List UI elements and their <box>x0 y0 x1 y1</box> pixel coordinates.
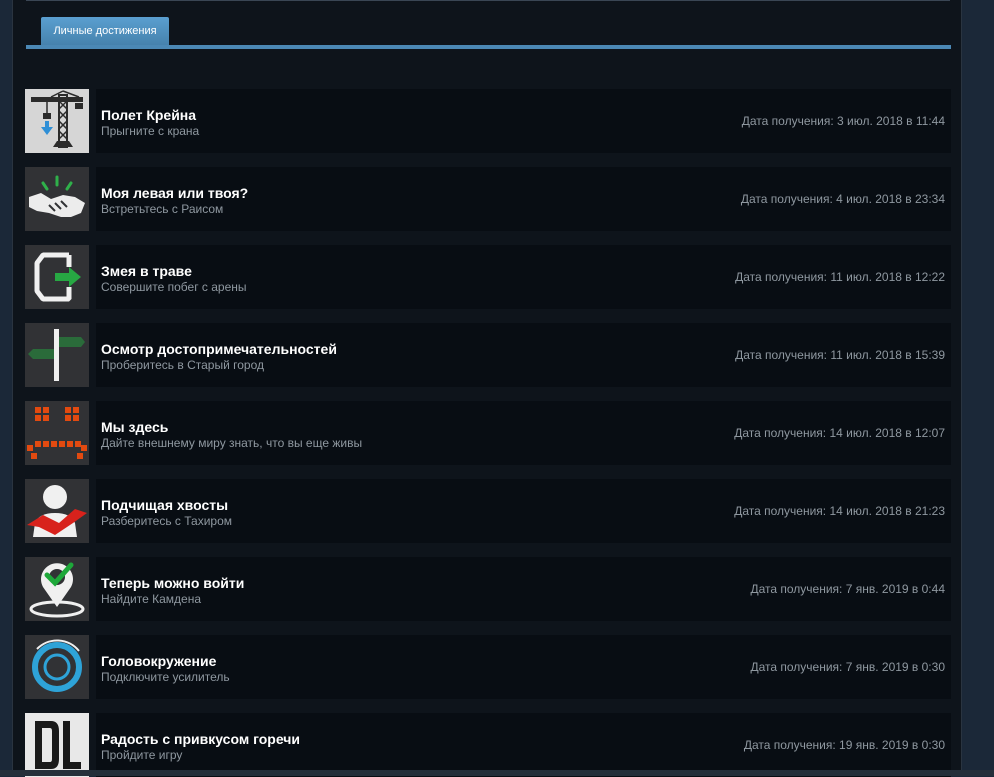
achievement-card: Моя левая или твоя? Встретьтесь с Раисом… <box>96 167 951 231</box>
achievement-card: Полет Крейна Прыгните с крана Дата получ… <box>96 89 951 153</box>
achievement-row[interactable]: Змея в траве Совершите побег с арены Дат… <box>25 245 951 309</box>
achievement-title: Мы здесь <box>101 419 169 435</box>
handshake-icon <box>25 167 89 231</box>
achievement-card: Подчищая хвосты Разберитесь с Тахиром Да… <box>96 479 951 543</box>
achievement-title: Полет Крейна <box>101 107 197 123</box>
achievement-description: Пройдите игру <box>101 748 183 762</box>
achievement-unlock-date: Дата получения: 11 июл. 2018 в 12:22 <box>735 270 945 284</box>
achievement-unlock-date: Дата получения: 14 июл. 2018 в 12:07 <box>734 426 945 440</box>
achievement-row[interactable]: Подчищая хвосты Разберитесь с Тахиром Да… <box>25 479 951 543</box>
top-divider <box>26 0 950 1</box>
achievement-card: Осмотр достопримечательностей Проберитес… <box>96 323 951 387</box>
achievement-title: Подчищая хвосты <box>101 497 229 513</box>
achievement-description: Совершите побег с арены <box>101 280 247 294</box>
dl-logo-icon <box>25 713 89 777</box>
achievement-description: Встретьтесь с Раисом <box>101 202 224 216</box>
achievement-row[interactable]: Теперь можно войти Найдите Камдена Дата … <box>25 557 951 621</box>
achievement-card: Змея в траве Совершите побег с арены Дат… <box>96 245 951 309</box>
achievement-title: Змея в траве <box>101 263 192 279</box>
achievement-title: Моя левая или твоя? <box>101 185 249 201</box>
achievement-unlock-date: Дата получения: 14 июл. 2018 в 21:23 <box>734 504 945 518</box>
achievement-description: Найдите Камдена <box>101 592 202 606</box>
achievement-description: Подключите усилитель <box>101 670 230 684</box>
achievement-row[interactable]: Мы здесь Дайте внешнему миру знать, что … <box>25 401 951 465</box>
achievement-description: Прыгните с крана <box>101 124 200 138</box>
achievement-unlock-date: Дата получения: 11 июл. 2018 в 15:39 <box>735 348 945 362</box>
signpost-icon <box>25 323 89 387</box>
crane-icon <box>25 89 89 153</box>
location-check-icon <box>25 557 89 621</box>
achievement-unlock-date: Дата получения: 7 янв. 2019 в 0:30 <box>750 660 945 674</box>
achievement-row[interactable]: Моя левая или твоя? Встретьтесь с Раисом… <box>25 167 951 231</box>
achievement-title: Головокружение <box>101 653 217 669</box>
person-icon <box>25 479 89 543</box>
achievement-unlock-date: Дата получения: 7 янв. 2019 в 0:44 <box>750 582 945 596</box>
tab-underline <box>26 45 951 49</box>
achievement-unlock-date: Дата получения: 3 июл. 2018 в 11:44 <box>741 114 945 128</box>
achievement-unlock-date: Дата получения: 19 янв. 2019 в 0:30 <box>743 738 945 752</box>
achievement-card: Мы здесь Дайте внешнему миру знать, что … <box>96 401 951 465</box>
achievement-row[interactable]: Осмотр достопримечательностей Проберитес… <box>25 323 951 387</box>
achievement-title: Осмотр достопримечательностей <box>101 341 337 357</box>
achievement-description: Проберитесь в Старый город <box>101 358 265 372</box>
achievement-description: Дайте внешнему миру знать, что вы еще жи… <box>101 436 363 450</box>
ring-icon <box>25 635 89 699</box>
right-gutter <box>962 0 994 776</box>
achievement-card: Радость с привкусом горечи Пройдите игру… <box>96 713 951 777</box>
bottom-bar <box>0 770 994 776</box>
achievement-card: Головокружение Подключите усилитель Дата… <box>96 635 951 699</box>
achievement-row[interactable]: Полет Крейна Прыгните с крана Дата получ… <box>25 89 951 153</box>
achievement-title: Теперь можно войти <box>101 575 245 591</box>
achievement-row[interactable]: Радость с привкусом горечи Пройдите игру… <box>25 713 951 777</box>
exit-icon <box>25 245 89 309</box>
achievement-card: Теперь можно войти Найдите Камдена Дата … <box>96 557 951 621</box>
achievement-description: Разберитесь с Тахиром <box>101 514 233 528</box>
achievement-title: Радость с привкусом горечи <box>101 731 300 747</box>
achievement-row[interactable]: Головокружение Подключите усилитель Дата… <box>25 635 951 699</box>
pixel-face-icon <box>25 401 89 465</box>
achievement-unlock-date: Дата получения: 4 июл. 2018 в 23:34 <box>740 192 945 206</box>
tab-personal-achievements[interactable]: Личные достижения <box>41 17 169 45</box>
